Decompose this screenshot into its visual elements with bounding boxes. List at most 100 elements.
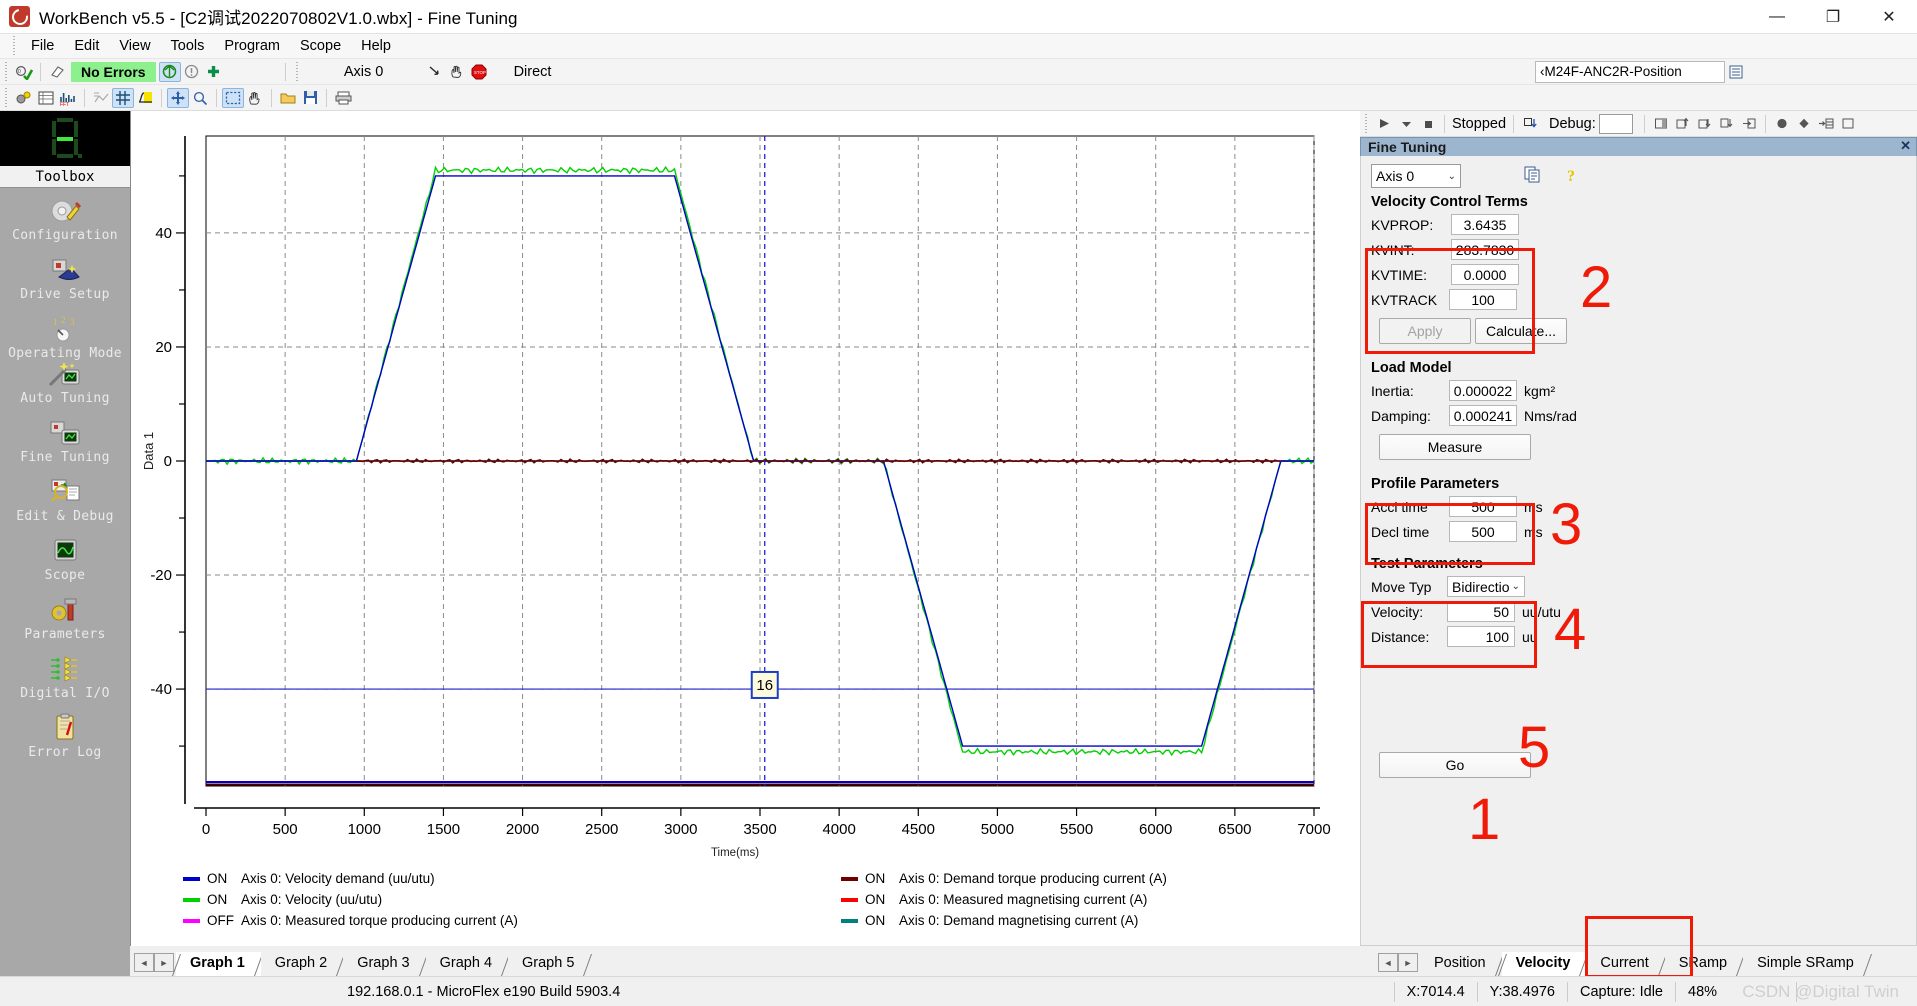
debug-more-icon[interactable] (1837, 114, 1859, 134)
menu-item-program[interactable]: Program (214, 35, 290, 57)
move-type-select[interactable]: Bidirectio ⌄ (1447, 576, 1525, 597)
kvtime-input[interactable]: 0.0000 (1451, 264, 1519, 285)
select-region-icon[interactable] (222, 87, 244, 108)
stop-icon[interactable]: STOP (468, 62, 490, 82)
open-file-icon[interactable] (277, 88, 299, 108)
menu-item-view[interactable]: View (109, 35, 160, 57)
copy-icon[interactable] (1524, 166, 1542, 186)
cursor-arrow-icon[interactable] (424, 62, 446, 82)
tab-graph-1[interactable]: Graph 1 (176, 952, 263, 976)
graph-canvas[interactable]: 40 20 0 -20 -40 Data 1 0 500 1000 1500 2000 2500 300… (131, 111, 1360, 946)
accl-time-input[interactable]: 500 (1449, 496, 1517, 517)
trace-list-icon[interactable] (90, 88, 112, 108)
tab-position[interactable]: Position (1420, 952, 1504, 976)
go-button[interactable]: Go (1379, 752, 1531, 778)
tab-simple-sramp[interactable]: Simple SRamp (1743, 952, 1872, 976)
trigger-icon[interactable] (134, 88, 156, 108)
menu-item-scope[interactable]: Scope (290, 35, 351, 57)
print-icon[interactable] (332, 88, 354, 108)
apply-button[interactable]: Apply (1379, 318, 1471, 344)
tab-graph-5[interactable]: Graph 5 (508, 952, 593, 976)
hand-icon[interactable] (446, 62, 468, 82)
step-copy-icon[interactable] (1716, 114, 1738, 134)
grid-icon[interactable] (112, 87, 134, 108)
panel-close-icon[interactable]: ✕ (1900, 138, 1911, 154)
chevron-down-icon[interactable] (1395, 114, 1417, 134)
menu-item-edit[interactable]: Edit (64, 35, 109, 57)
add-icon[interactable] (203, 62, 225, 82)
conditional-breakpoint-icon[interactable] (1793, 114, 1815, 134)
drag-hand-icon[interactable] (244, 88, 266, 108)
sidebar-item-error-log[interactable]: Error Log (0, 705, 130, 764)
step-in-arrow-icon[interactable] (1738, 114, 1760, 134)
distance-input[interactable]: 100 (1447, 626, 1515, 647)
inertia-input[interactable]: 0.000022 (1449, 380, 1517, 401)
tab-current[interactable]: Current (1586, 952, 1667, 976)
menu-item-file[interactable]: File (21, 35, 64, 57)
menu-item-tools[interactable]: Tools (161, 35, 215, 57)
scope-graph-panel[interactable]: 40 20 0 -20 -40 Data 1 0 500 1000 1500 2000 2500 300… (130, 111, 1360, 946)
legend-item[interactable]: ON Axis 0: Velocity (uu/utu) (183, 889, 518, 910)
damping-input[interactable]: 0.000241 (1449, 405, 1517, 426)
decl-time-input[interactable]: 500 (1449, 521, 1517, 542)
graph-tab-prev-button[interactable]: ◄ (134, 953, 154, 972)
legend-item[interactable]: OFF Axis 0: Measured torque producing cu… (183, 910, 518, 931)
tab-graph-2[interactable]: Graph 2 (260, 952, 346, 976)
menu-item-help[interactable]: Help (351, 35, 401, 57)
stop-run-icon[interactable] (1417, 114, 1439, 134)
measure-button[interactable]: Measure (1379, 434, 1531, 460)
debug-toolbar: Stopped Debug: (1360, 111, 1917, 137)
breakpoint-icon[interactable] (1771, 114, 1793, 134)
graph-tab-next-button[interactable]: ► (154, 953, 174, 972)
legend-item[interactable]: ON Axis 0: Demand magnetising current (A… (841, 910, 1167, 931)
sidebar-item-drive-setup[interactable]: Drive Setup (0, 247, 130, 306)
step-over-icon[interactable] (1650, 114, 1672, 134)
debug-input[interactable] (1599, 113, 1633, 134)
sidebar-item-digital-io[interactable]: Digital I/O (0, 646, 130, 705)
connect-icon[interactable]: 0 (13, 62, 35, 82)
mode-tab-next-button[interactable]: ► (1398, 953, 1418, 972)
velocity-input[interactable]: 50 (1447, 601, 1515, 622)
legend-item[interactable]: ON Axis 0: Demand torque producing curre… (841, 868, 1167, 889)
zoom-icon[interactable] (189, 88, 211, 108)
axis-select[interactable]: Axis 0 ⌄ (1371, 164, 1461, 188)
fft-icon[interactable]: FFT (57, 88, 79, 108)
step-out-icon[interactable] (1672, 114, 1694, 134)
mode-tab-prev-button[interactable]: ◄ (1378, 953, 1398, 972)
tab-velocity[interactable]: Velocity (1501, 952, 1589, 976)
save-icon[interactable] (299, 88, 321, 108)
sidebar-item-scope[interactable]: Scope (0, 528, 130, 587)
legend-item[interactable]: ON Axis 0: Measured magnetising current … (841, 889, 1167, 910)
config-field[interactable]: ‹M24F-ANC2R-Position (1535, 60, 1725, 83)
sidebar-item-parameters[interactable]: Parameters (0, 587, 130, 646)
plot-svg[interactable]: 40 20 0 -20 -40 Data 1 0 500 1000 1500 2000 2500 300… (131, 111, 1361, 886)
close-button[interactable]: ✕ (1861, 0, 1917, 34)
sidebar-item-edit-debug[interactable]: Edit & Debug (0, 469, 130, 528)
data-table-icon[interactable] (35, 88, 57, 108)
warning-icon[interactable] (181, 62, 203, 82)
sidebar-item-fine-tuning[interactable]: Fine Tuning (0, 410, 130, 469)
sidebar-item-operating-mode[interactable]: 123 Operating Mode (0, 306, 130, 365)
minimize-button[interactable]: — (1749, 0, 1805, 34)
sidebar-item-configuration[interactable]: Configuration (0, 188, 130, 247)
kvint-input[interactable]: 283.7830 (1451, 239, 1519, 260)
help-icon[interactable]: ? (1564, 166, 1581, 187)
step-into-icon[interactable] (1519, 114, 1541, 134)
axis-selector-label[interactable]: Axis 0 (304, 64, 424, 80)
maximize-button[interactable]: ❐ (1805, 0, 1861, 34)
calculate-button[interactable]: Calculate... (1475, 318, 1567, 344)
step-down-icon[interactable] (1694, 114, 1716, 134)
legend-item[interactable]: ON Axis 0: Velocity demand (uu/utu) (183, 868, 518, 889)
refresh-icon[interactable] (158, 61, 181, 82)
pan-move-icon[interactable] (167, 87, 189, 108)
tab-graph-3[interactable]: Graph 3 (343, 952, 428, 976)
erase-icon[interactable] (46, 62, 68, 82)
tab-sramp[interactable]: SRamp (1664, 952, 1746, 976)
kvtrack-input[interactable]: 100 (1449, 289, 1517, 310)
run-icon[interactable] (1373, 114, 1395, 134)
run-to-cursor-icon[interactable] (1815, 114, 1837, 134)
kvprop-input[interactable]: 3.6435 (1451, 214, 1519, 235)
tab-graph-4[interactable]: Graph 4 (425, 952, 511, 976)
capture-settings-icon[interactable] (13, 88, 35, 108)
config-list-icon[interactable] (1725, 62, 1747, 82)
